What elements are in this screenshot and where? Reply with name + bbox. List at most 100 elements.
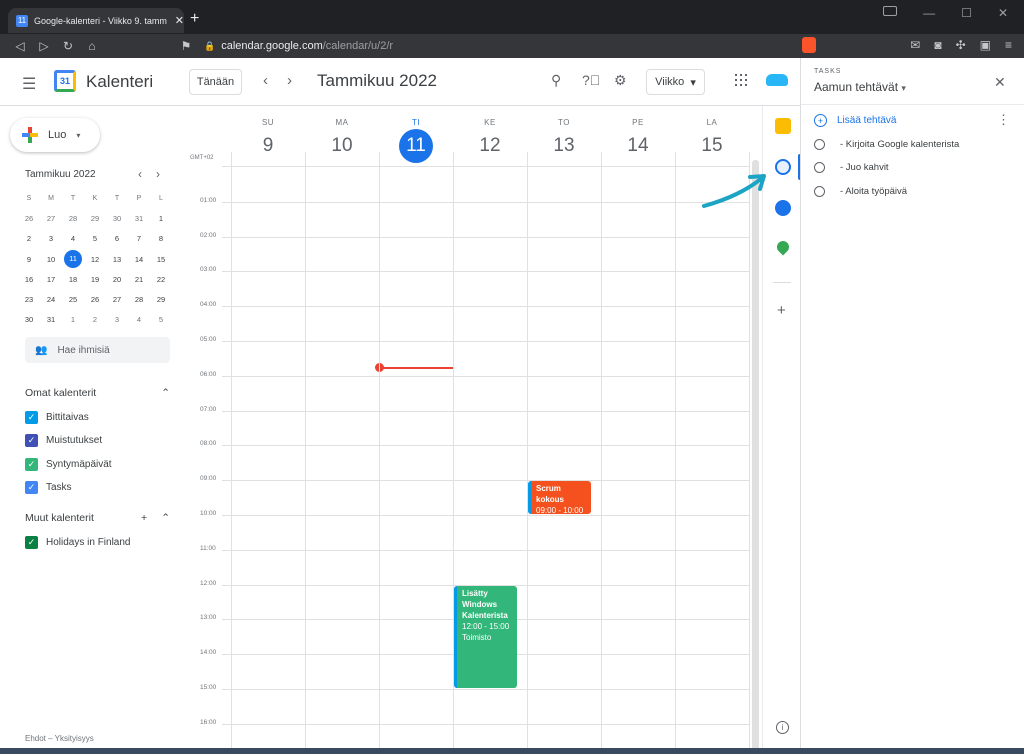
day-header-la[interactable]: LA 15 bbox=[675, 106, 749, 161]
extension-badge-icon[interactable]: ◙ bbox=[934, 38, 941, 52]
day-number[interactable]: 10 bbox=[305, 131, 379, 161]
calendar-event[interactable]: Lisätty Windows Kalenterista 12:00 - 15:0… bbox=[454, 585, 517, 688]
minimize-icon[interactable]: — bbox=[923, 6, 935, 20]
checkbox-checked-icon[interactable]: ✓ bbox=[25, 536, 38, 549]
info-icon[interactable]: i bbox=[776, 721, 789, 734]
task-item[interactable]: - Juo kahvit bbox=[814, 162, 889, 174]
search-people-field[interactable]: 👥 Hae ihmisiä bbox=[25, 337, 170, 363]
grid-scrollbar[interactable] bbox=[752, 160, 759, 750]
task-list-selector[interactable]: Aamun tehtävät ▾ bbox=[814, 80, 906, 94]
keep-icon[interactable] bbox=[775, 118, 791, 134]
maximize-icon[interactable]: ☐ bbox=[961, 6, 972, 20]
terms-privacy-link[interactable]: Ehdot – Yksityisyys bbox=[25, 734, 94, 743]
mini-day[interactable]: 17 bbox=[40, 269, 62, 289]
mini-day[interactable]: 29 bbox=[150, 289, 172, 309]
mini-day[interactable]: 3 bbox=[40, 229, 62, 249]
mini-day[interactable]: 8 bbox=[150, 229, 172, 249]
mini-day[interactable]: 24 bbox=[40, 289, 62, 309]
main-menu-icon[interactable]: ☰ bbox=[22, 74, 40, 94]
mail-icon[interactable]: ✉ bbox=[910, 38, 920, 52]
checkbox-checked-icon[interactable]: ✓ bbox=[25, 457, 38, 471]
home-icon[interactable]: ⌂ bbox=[80, 39, 104, 53]
day-header-pe[interactable]: PE 14 bbox=[601, 106, 675, 161]
mini-day[interactable]: 31 bbox=[40, 310, 62, 330]
checkbox-checked-icon[interactable]: ✓ bbox=[25, 434, 38, 448]
mini-day[interactable]: 16 bbox=[18, 269, 40, 289]
mini-day[interactable]: 13 bbox=[106, 249, 128, 269]
mini-day[interactable]: 14 bbox=[128, 249, 150, 269]
day-header-to[interactable]: TO 13 bbox=[527, 106, 601, 161]
mini-day[interactable]: 5 bbox=[150, 310, 172, 330]
checkbox-checked-icon[interactable]: ✓ bbox=[25, 480, 38, 494]
tasks-icon[interactable] bbox=[775, 159, 791, 175]
mini-day[interactable]: 29 bbox=[84, 208, 106, 228]
day-header-ke[interactable]: KE 12 bbox=[453, 106, 527, 161]
task-item[interactable]: - Kirjoita Google kalenterista bbox=[814, 139, 959, 150]
calendar-item[interactable]: ✓ Tasks bbox=[25, 480, 72, 494]
previous-week-icon[interactable]: ‹ bbox=[263, 72, 268, 89]
add-task-button[interactable]: + Lisää tehtävä bbox=[814, 114, 897, 127]
back-icon[interactable]: ◁ bbox=[8, 39, 32, 53]
close-panel-icon[interactable]: ✕ bbox=[994, 74, 1006, 91]
account-avatar[interactable] bbox=[766, 74, 788, 86]
day-number[interactable]: 11 bbox=[399, 129, 433, 163]
mini-day[interactable]: 10 bbox=[40, 249, 62, 269]
mini-day-today[interactable]: 11 bbox=[64, 249, 82, 268]
add-calendar-icon[interactable]: + bbox=[141, 512, 147, 524]
mini-day[interactable]: 12 bbox=[84, 249, 106, 269]
help-icon[interactable]: ?⃝ bbox=[582, 72, 600, 88]
mini-day[interactable]: 30 bbox=[18, 310, 40, 330]
day-number[interactable]: 12 bbox=[453, 131, 527, 161]
mini-day[interactable]: 28 bbox=[62, 208, 84, 228]
calendar-item[interactable]: ✓ Syntymäpäivät bbox=[25, 457, 112, 471]
mini-day[interactable]: 20 bbox=[106, 269, 128, 289]
new-tab-icon[interactable]: + bbox=[190, 10, 199, 28]
calendar-item[interactable]: ✓ Muistutukset bbox=[25, 434, 102, 448]
contacts-icon[interactable] bbox=[775, 200, 791, 216]
today-button[interactable]: Tänään bbox=[189, 69, 242, 95]
mini-day[interactable]: 2 bbox=[84, 310, 106, 330]
view-selector[interactable]: Viikko ▾ bbox=[646, 69, 705, 95]
mini-day[interactable]: 30 bbox=[106, 208, 128, 228]
other-calendars-header[interactable]: Muut kalenterit + ⌃ bbox=[25, 512, 170, 524]
mini-day[interactable]: 22 bbox=[150, 269, 172, 289]
puzzle-icon[interactable]: ✣ bbox=[956, 38, 966, 52]
forward-icon[interactable]: ▷ bbox=[32, 39, 56, 53]
settings-gear-icon[interactable]: ⚙ bbox=[614, 72, 627, 89]
task-complete-circle-icon[interactable] bbox=[814, 139, 825, 150]
wallet-icon[interactable]: ▣ bbox=[980, 38, 991, 52]
day-header-su[interactable]: SU 9 bbox=[231, 106, 305, 161]
task-complete-circle-icon[interactable] bbox=[814, 185, 825, 197]
mini-day[interactable]: 4 bbox=[128, 310, 150, 330]
get-addons-icon[interactable]: + bbox=[777, 302, 786, 319]
maps-icon[interactable] bbox=[774, 238, 792, 256]
mini-next-icon[interactable]: › bbox=[156, 167, 160, 181]
mini-day[interactable]: 31 bbox=[128, 208, 150, 228]
checkbox-checked-icon[interactable]: ✓ bbox=[25, 411, 38, 424]
brave-shield-icon[interactable] bbox=[802, 37, 816, 53]
create-button[interactable]: Luo ▾ bbox=[10, 118, 100, 152]
chevron-up-icon[interactable]: ⌃ bbox=[161, 512, 170, 524]
next-week-icon[interactable]: › bbox=[287, 72, 292, 89]
mini-prev-icon[interactable]: ‹ bbox=[138, 167, 142, 181]
day-number[interactable]: 15 bbox=[675, 131, 749, 161]
mini-day[interactable]: 23 bbox=[18, 289, 40, 309]
task-item[interactable]: - Aloita työpäivä bbox=[814, 185, 907, 197]
day-number[interactable]: 14 bbox=[601, 131, 675, 161]
mini-day[interactable]: 5 bbox=[84, 229, 106, 249]
close-tab-icon[interactable]: ✕ bbox=[175, 14, 184, 27]
mini-day[interactable]: 25 bbox=[62, 289, 84, 309]
mini-day[interactable]: 3 bbox=[106, 310, 128, 330]
mini-day[interactable]: 9 bbox=[18, 249, 40, 269]
mini-day[interactable]: 21 bbox=[128, 269, 150, 289]
google-apps-icon[interactable] bbox=[735, 74, 747, 86]
mini-day[interactable]: 2 bbox=[18, 229, 40, 249]
mini-day[interactable]: 1 bbox=[62, 310, 84, 330]
mini-day[interactable]: 4 bbox=[62, 229, 84, 249]
reload-icon[interactable]: ↻ bbox=[56, 39, 80, 53]
address-bar[interactable]: 🔒 calendar.google.com/calendar/u/2/r bbox=[204, 37, 804, 55]
my-calendars-header[interactable]: Omat kalenterit ⌃ bbox=[25, 387, 170, 399]
cast-icon[interactable] bbox=[883, 6, 898, 16]
mini-day[interactable]: 19 bbox=[84, 269, 106, 289]
menu-icon[interactable]: ≡ bbox=[1005, 38, 1012, 52]
